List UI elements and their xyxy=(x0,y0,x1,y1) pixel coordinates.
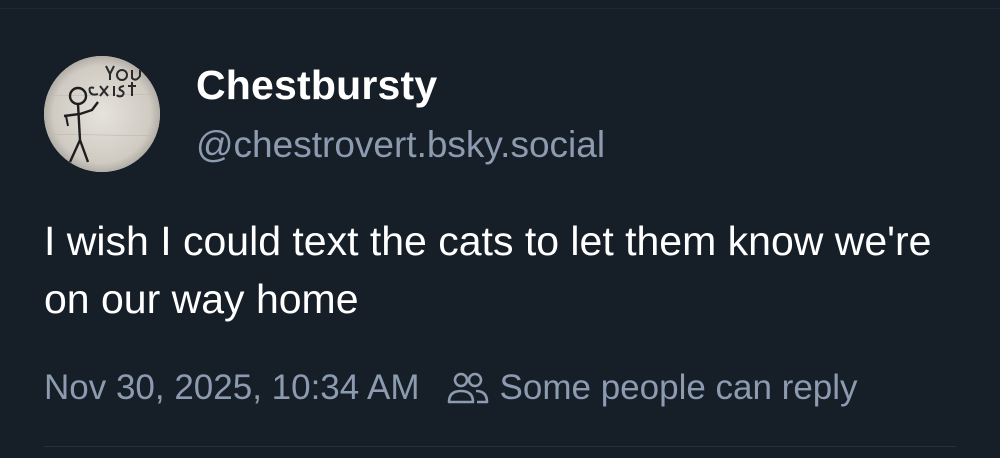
reply-setting-label: Some people can reply xyxy=(499,368,858,407)
post-text: I wish I could text the cats to let them… xyxy=(44,218,932,322)
post-meta-row: Nov 30, 2025, 10:34 AM Some people can r… xyxy=(44,366,858,410)
post-card: Chestbursty @chestrovert.bsky.social I w… xyxy=(0,0,1000,458)
bottom-divider xyxy=(44,446,956,447)
post-timestamp[interactable]: Nov 30, 2025, 10:34 AM xyxy=(44,368,420,408)
avatar[interactable] xyxy=(44,56,160,172)
top-divider xyxy=(0,8,1000,9)
reply-setting[interactable]: Some people can reply xyxy=(446,368,858,408)
avatar-drawing xyxy=(44,56,160,172)
author-handle[interactable]: @chestrovert.bsky.social xyxy=(196,124,605,166)
author-display-name[interactable]: Chestbursty xyxy=(196,62,437,109)
people-icon xyxy=(446,370,490,406)
